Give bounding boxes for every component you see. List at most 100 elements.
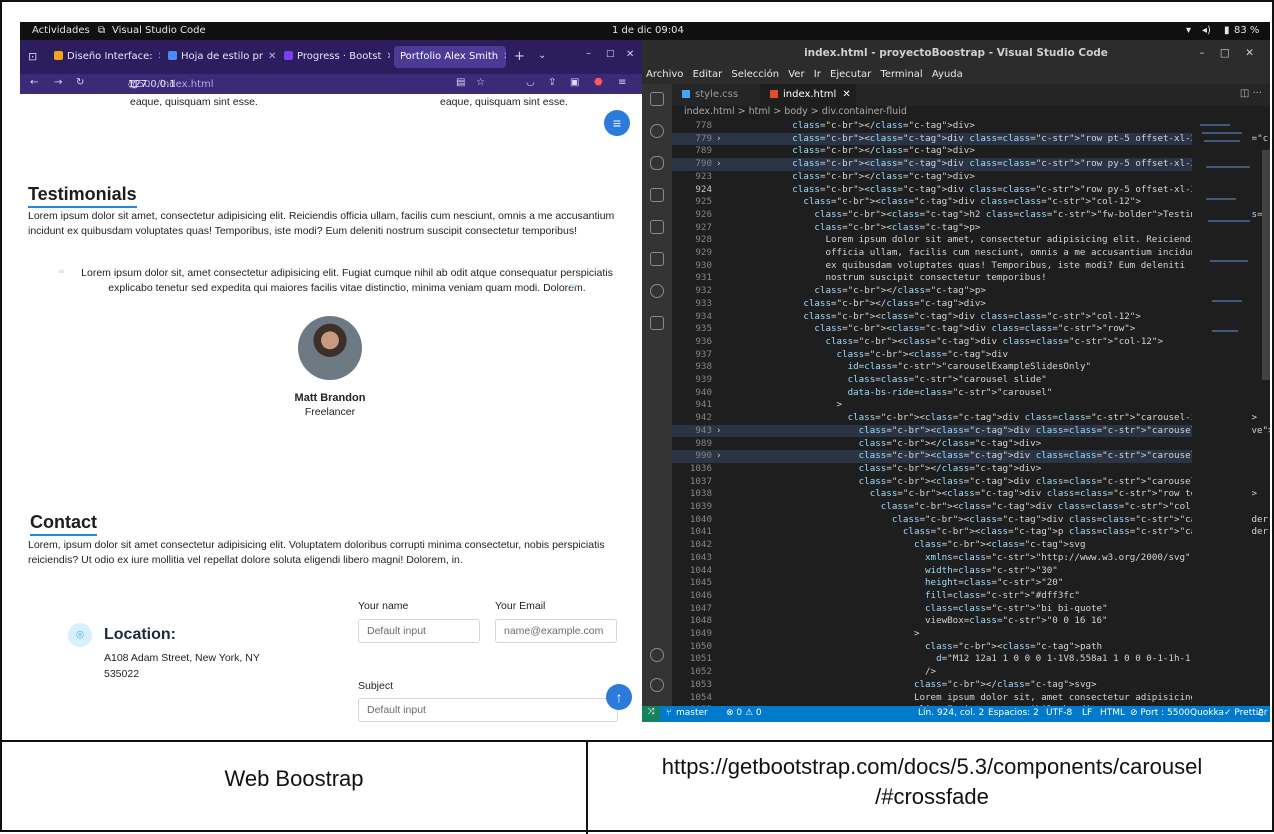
language-mode[interactable]: HTML bbox=[1100, 708, 1125, 718]
code-line[interactable]: 1052 /> bbox=[672, 666, 1192, 679]
source-control-icon[interactable] bbox=[650, 156, 664, 170]
live-server-port[interactable]: ⊘ Port : 5500 bbox=[1130, 708, 1190, 718]
code-line[interactable]: 932 class="c-br"></class="c-tag">p> bbox=[672, 285, 1192, 298]
menu-icon[interactable]: ≡ bbox=[618, 77, 626, 88]
code-line[interactable]: 931 nostrum suscipit consectetur tempori… bbox=[672, 272, 1192, 285]
tab-index-html[interactable]: index.html ✕ bbox=[760, 84, 856, 106]
bookmark-star-icon[interactable]: ☆ bbox=[476, 77, 485, 88]
git-branch[interactable]: master bbox=[676, 708, 708, 718]
your-name-input[interactable]: Default input bbox=[358, 619, 480, 643]
menu-terminal[interactable]: Terminal bbox=[880, 69, 922, 80]
code-line[interactable]: 942 class="c-br"><class="c-tag">div clas… bbox=[672, 412, 1257, 425]
split-editor-icon[interactable]: ◫ ··· bbox=[1240, 88, 1262, 99]
code-line[interactable]: 923 class="c-br"></class="c-tag">div> bbox=[672, 171, 1192, 184]
quokka-status[interactable]: Quokka bbox=[1190, 708, 1224, 718]
extensions-icon[interactable] bbox=[650, 220, 664, 234]
code-line[interactable]: 934 class="c-br"><class="c-tag">div clas… bbox=[672, 311, 1192, 324]
code-line[interactable]: 936 class="c-br"><class="c-tag">div clas… bbox=[672, 336, 1192, 349]
fold-chevron-icon[interactable]: › bbox=[716, 133, 722, 144]
end-of-line[interactable]: LF bbox=[1082, 708, 1092, 718]
code-line[interactable]: 1039 class="c-br"><class="c-tag">div cla… bbox=[672, 501, 1218, 514]
code-line[interactable]: 1045 height=class="c-str">"20" bbox=[672, 577, 1192, 590]
menu-seleccion[interactable]: Selección bbox=[731, 69, 779, 80]
code-line[interactable]: 779 › class="c-br"><class="c-tag">div cla… bbox=[672, 132, 1270, 146]
code-line[interactable]: 943 › class="c-br"><class="c-tag">div cla… bbox=[672, 424, 1270, 438]
extension-icon[interactable]: ▣ bbox=[570, 77, 579, 88]
indentation[interactable]: Espacios: 2 bbox=[988, 708, 1039, 718]
menu-ejecutar[interactable]: Ejecutar bbox=[830, 69, 871, 80]
code-line[interactable]: 790 › class="c-br"><class="c-tag">div cla… bbox=[672, 158, 1213, 171]
code-line[interactable]: 1051 d="M12 12a1 1 0 0 0 1-1V8.558a1 1 0… bbox=[672, 653, 1235, 666]
browser-tab-active[interactable]: Portfolio Alex Smith ✕ bbox=[394, 46, 506, 68]
code-line[interactable]: 928 Lorem ipsum dolor sit amet, consecte… bbox=[672, 234, 1201, 247]
menu-ir[interactable]: Ir bbox=[814, 69, 821, 80]
your-email-input[interactable]: name@example.com bbox=[495, 619, 617, 643]
encoding[interactable]: UTF-8 bbox=[1046, 708, 1072, 718]
breadcrumb[interactable]: index.html > html > body > div.container… bbox=[672, 106, 1270, 120]
fold-chevron-icon[interactable]: › bbox=[716, 450, 722, 461]
code-line[interactable]: 1038 class="c-br"><class="c-tag">div cla… bbox=[672, 488, 1257, 501]
code-line[interactable]: 927 class="c-br"><class="c-tag">p> bbox=[672, 222, 1192, 235]
code-line[interactable]: 939 class=class="c-str">"carousel slide" bbox=[672, 374, 1192, 387]
github-icon[interactable] bbox=[650, 284, 664, 298]
reader-view-icon[interactable]: ▤ bbox=[456, 77, 465, 88]
run-debug-icon[interactable] bbox=[650, 188, 664, 202]
close-tab-icon[interactable]: ✕ bbox=[268, 51, 276, 62]
code-line[interactable]: 930 ex quibusdam voluptates quas! Tempor… bbox=[672, 260, 1192, 273]
code-line[interactable]: 1043 xmlns=class="c-str">"http://www.w3.… bbox=[672, 552, 1192, 565]
code-line[interactable]: 1049 > bbox=[672, 628, 1192, 641]
code-line[interactable]: 1044 width=class="c-str">"30" bbox=[672, 565, 1192, 578]
browser-tab-1[interactable]: Diseño Interface: ✕ bbox=[48, 46, 160, 68]
code-line[interactable]: 1046 fill=class="c-str">"#dff3fc" bbox=[672, 590, 1192, 603]
menu-ver[interactable]: Ver bbox=[788, 69, 804, 80]
tab-style-css[interactable]: style.css bbox=[672, 84, 758, 106]
fold-chevron-icon[interactable]: › bbox=[716, 158, 722, 169]
menu-editar[interactable]: Editar bbox=[693, 69, 723, 80]
code-line[interactable]: 938 id=class="c-str">"carouselExampleSli… bbox=[672, 361, 1192, 374]
search-icon[interactable] bbox=[650, 124, 664, 138]
hamburger-menu-button[interactable]: ≡ bbox=[604, 110, 630, 136]
settings-gear-icon[interactable] bbox=[650, 678, 664, 692]
code-line[interactable]: 1042 class="c-br"><class="c-tag">svg bbox=[672, 539, 1192, 552]
clock[interactable]: 1 de dic 09:04 bbox=[612, 25, 684, 36]
close-tab-icon[interactable]: ✕ bbox=[503, 51, 506, 62]
reload-icon[interactable]: ↻ bbox=[76, 77, 84, 88]
code-line[interactable]: 925 class="c-br"><class="c-tag">div clas… bbox=[672, 196, 1192, 209]
close-tab-icon[interactable]: ✕ bbox=[386, 51, 390, 62]
code-line[interactable]: 933 class="c-br"></class="c-tag">div> bbox=[672, 298, 1192, 311]
code-line[interactable]: 1036 class="c-br"></class="c-tag">div> bbox=[672, 463, 1192, 476]
code-line[interactable]: 935 class="c-br"><class="c-tag">div clas… bbox=[672, 323, 1192, 336]
code-line[interactable]: 937 class="c-br"><class="c-tag">div bbox=[672, 349, 1192, 362]
subject-input[interactable]: Default input bbox=[358, 698, 618, 722]
activities-button[interactable]: Actividades bbox=[32, 25, 90, 36]
ublock-icon[interactable]: ⬣ bbox=[594, 77, 603, 88]
code-line[interactable]: 924 class="c-br"><class="c-tag">div clas… bbox=[672, 184, 1207, 197]
code-line[interactable]: 989 class="c-br"></class="c-tag">div> bbox=[672, 438, 1192, 451]
minimize-icon[interactable]: – bbox=[586, 48, 591, 59]
browser-tab-3[interactable]: Progress · Bootst ✕ bbox=[278, 46, 390, 68]
share-icon[interactable]: ⇪ bbox=[548, 77, 556, 88]
firefox-view-icon[interactable]: ⊡ bbox=[28, 50, 37, 63]
code-line[interactable]: 778 class="c-br"></class="c-tag">div> bbox=[672, 120, 1192, 133]
editor-scrollbar[interactable] bbox=[1262, 150, 1270, 380]
problems-indicator[interactable]: ⊗ 0 ⚠ 0 bbox=[726, 708, 762, 718]
close-tab-icon[interactable]: ✕ bbox=[842, 89, 850, 100]
browser-tab-2[interactable]: Hoja de estilo pr ✕ bbox=[162, 46, 276, 68]
code-line[interactable]: 1041 class="c-br"><class="c-tag">p class… bbox=[672, 526, 1270, 539]
close-window-icon[interactable]: ✕ bbox=[626, 49, 634, 60]
menu-ayuda[interactable]: Ayuda bbox=[932, 69, 963, 80]
code-line[interactable]: 789 class="c-br"></class="c-tag">div> bbox=[672, 145, 1192, 158]
code-line[interactable]: 1054 Lorem ipsum dolor sit, amet consect… bbox=[672, 692, 1196, 705]
tab-list-chevron-icon[interactable]: ⌄ bbox=[538, 50, 546, 61]
maximize-icon[interactable]: □ bbox=[606, 49, 615, 59]
code-line[interactable]: 929 officia ullam, facilis cum nesciunt,… bbox=[672, 247, 1201, 260]
code-line[interactable]: 1040 class="c-br"><class="c-tag">div cla… bbox=[672, 514, 1270, 527]
code-line[interactable]: 940 data-bs-ride=class="c-str">"carousel… bbox=[672, 387, 1192, 400]
cursor-position[interactable]: Lín. 924, col. 2 bbox=[918, 708, 984, 718]
code-editor[interactable]: 778 class="c-br"></class="c-tag">div> 779… bbox=[672, 120, 1270, 706]
notifications-bell-icon[interactable]: ♫ bbox=[1256, 708, 1264, 718]
battery-icon[interactable]: ▮ bbox=[1224, 25, 1230, 36]
code-line[interactable]: 941 > bbox=[672, 399, 1192, 412]
remote-explorer-icon[interactable] bbox=[650, 252, 664, 266]
pocket-icon[interactable]: ◡ bbox=[526, 77, 535, 88]
